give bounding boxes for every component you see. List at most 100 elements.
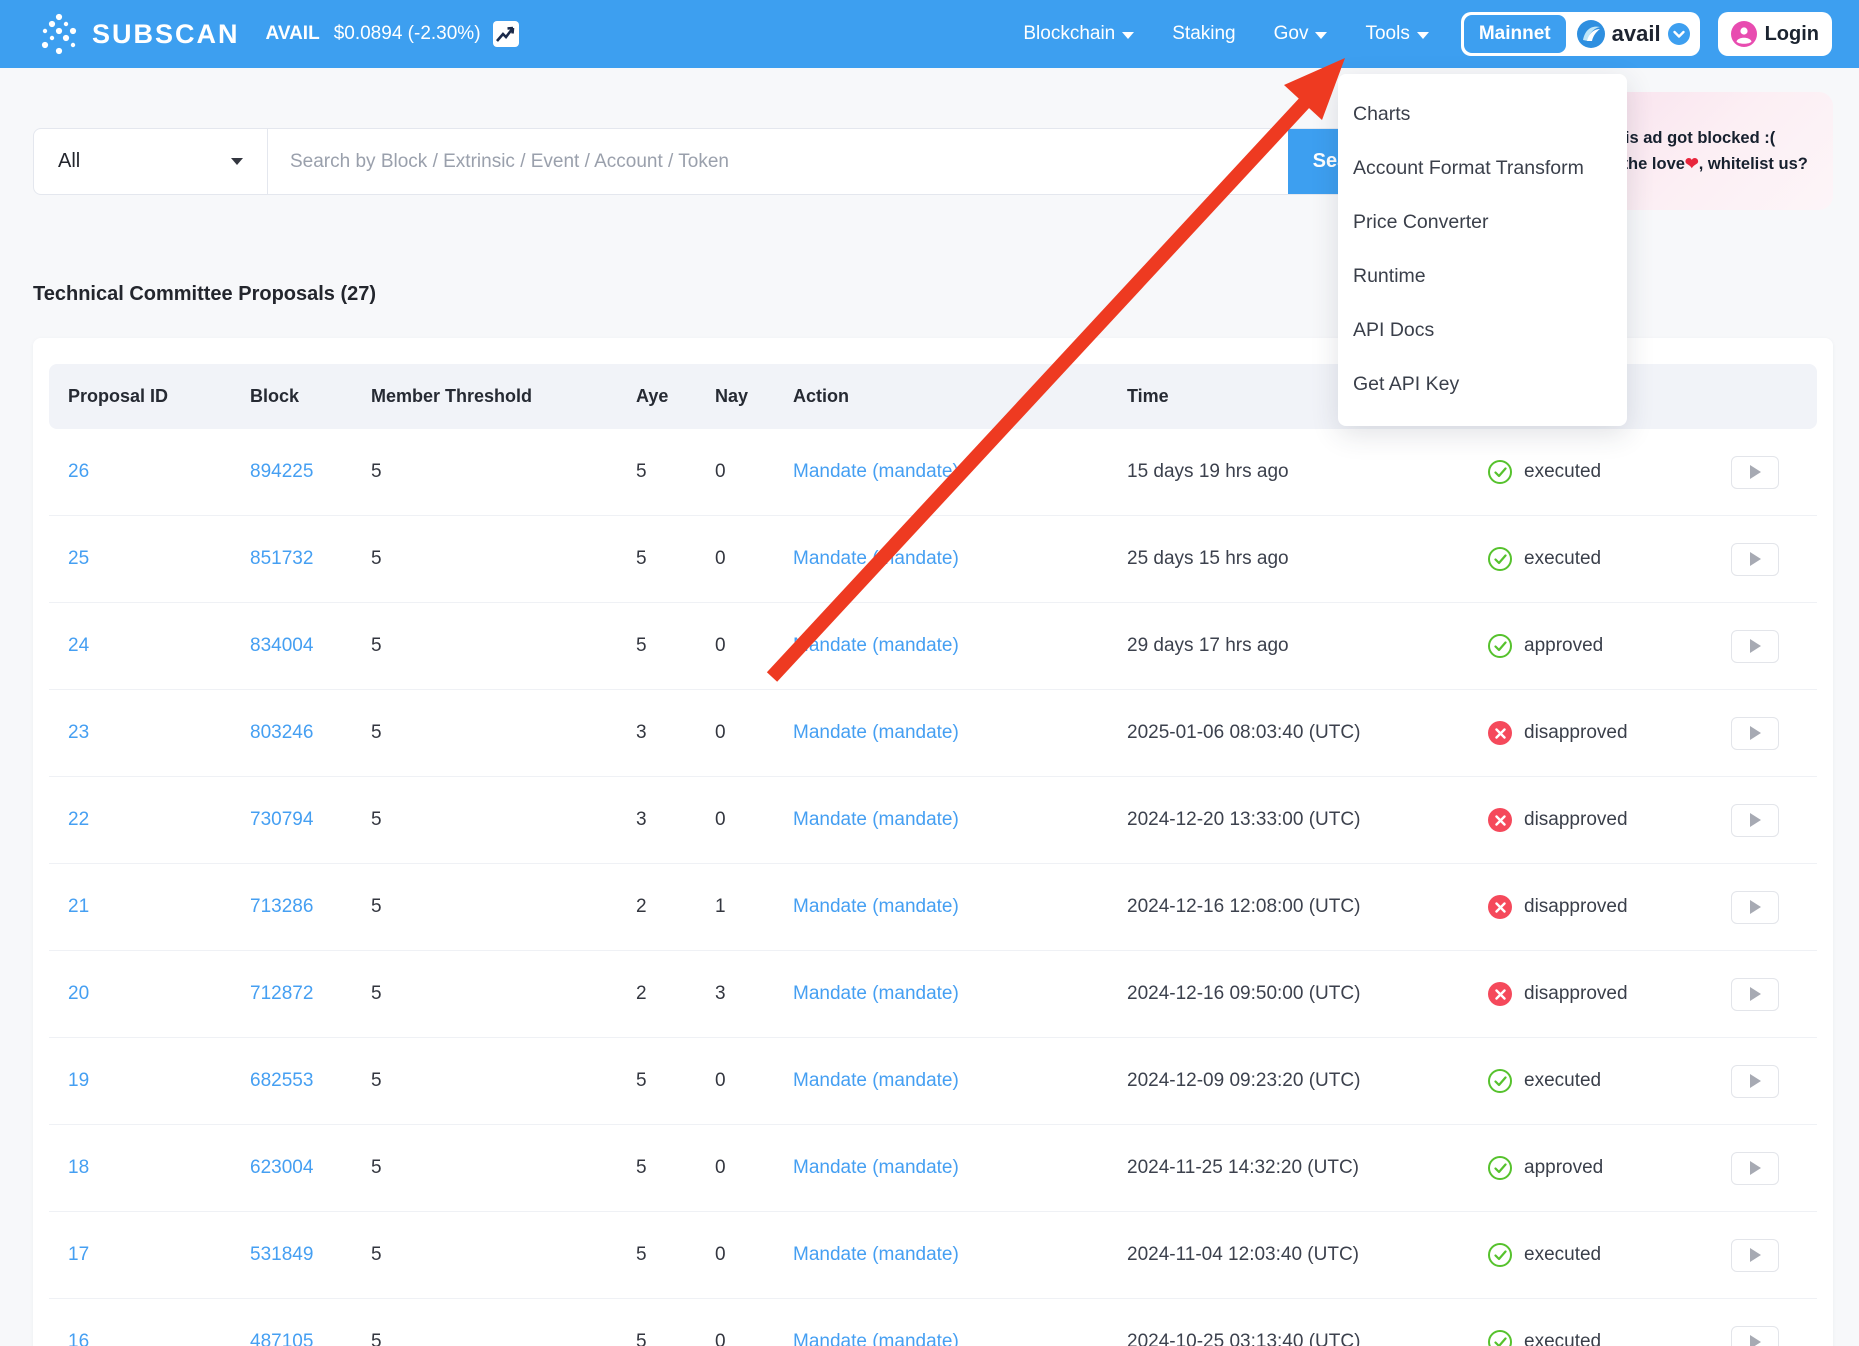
status-badge: executed [1524,1244,1601,1266]
status-cell: disapproved [1469,808,1710,832]
table-body: 26894225550Mandate (mandate)15 days 19 h… [49,429,1817,1346]
play-icon [1750,1074,1761,1088]
login-button[interactable]: Login [1718,12,1832,56]
expand-row-button[interactable] [1731,1326,1779,1346]
action-link[interactable]: Mandate (mandate) [790,722,1124,744]
expand-row-button[interactable] [1731,1239,1779,1272]
time-value: 25 days 15 hrs ago [1124,548,1469,570]
menu-item-api-docs[interactable]: API Docs [1338,303,1627,357]
chevron-down-icon [1417,32,1429,39]
play-icon [1750,726,1761,740]
status-badge: disapproved [1524,896,1628,918]
action-link[interactable]: Mandate (mandate) [790,461,1124,483]
aye-count: 3 [633,722,712,744]
action-link[interactable]: Mandate (mandate) [790,548,1124,570]
status-cell: executed [1469,1069,1710,1093]
block-link[interactable]: 713286 [247,896,368,918]
proposal-id-link[interactable]: 21 [49,896,247,918]
expand-row-button[interactable] [1731,804,1779,837]
status-cell: approved [1469,1156,1710,1180]
proposal-id-link[interactable]: 20 [49,983,247,1005]
expand-cell [1710,717,1817,750]
block-link[interactable]: 712872 [247,983,368,1005]
expand-row-button[interactable] [1731,1152,1779,1185]
token-price: $0.0894 (-2.30%) [334,23,481,45]
proposal-id-link[interactable]: 19 [49,1070,247,1092]
aye-count: 5 [633,1070,712,1092]
search-input[interactable] [268,129,1288,194]
proposal-id-link[interactable]: 22 [49,809,247,831]
menu-item-price-converter[interactable]: Price Converter [1338,195,1627,249]
chevron-down-icon[interactable] [1668,23,1690,45]
aye-count: 3 [633,809,712,831]
table-row: 18623004550Mandate (mandate)2024-11-25 1… [49,1125,1817,1212]
proposal-id-link[interactable]: 17 [49,1244,247,1266]
block-link[interactable]: 894225 [247,461,368,483]
expand-cell [1710,543,1817,576]
block-link[interactable]: 487105 [247,1331,368,1346]
menu-item-account-format-transform[interactable]: Account Format Transform [1338,141,1627,195]
expand-cell [1710,978,1817,1011]
nav-item-tools[interactable]: Tools [1365,23,1428,45]
search-filter-select[interactable]: All [34,129,268,194]
action-link[interactable]: Mandate (mandate) [790,983,1124,1005]
action-link[interactable]: Mandate (mandate) [790,1157,1124,1179]
expand-row-button[interactable] [1731,978,1779,1011]
chain-selector[interactable]: avail [1577,20,1690,48]
proposal-id-link[interactable]: 26 [49,461,247,483]
block-link[interactable]: 531849 [247,1244,368,1266]
block-link[interactable]: 623004 [247,1157,368,1179]
expand-cell [1710,1152,1817,1185]
status-cell: disapproved [1469,895,1710,919]
play-icon [1750,639,1761,653]
price-chart-icon[interactable] [493,21,519,47]
proposal-id-link[interactable]: 24 [49,635,247,657]
menu-item-charts[interactable]: Charts [1338,87,1627,141]
status-cell: disapproved [1469,982,1710,1006]
time-value: 2024-10-25 03:13:40 (UTC) [1124,1331,1469,1346]
status-badge: executed [1524,548,1601,570]
expand-row-button[interactable] [1731,630,1779,663]
nav-item-staking[interactable]: Staking [1172,23,1235,45]
expand-row-button[interactable] [1731,891,1779,924]
block-link[interactable]: 803246 [247,722,368,744]
mainnet-button[interactable]: Mainnet [1464,15,1566,53]
action-link[interactable]: Mandate (mandate) [790,809,1124,831]
action-link[interactable]: Mandate (mandate) [790,1070,1124,1092]
nav-item-blockchain[interactable]: Blockchain [1023,23,1134,45]
proposals-card: Proposal IDBlockMember ThresholdAyeNayAc… [33,338,1833,1346]
time-value: 2024-11-04 12:03:40 (UTC) [1124,1244,1469,1266]
action-link[interactable]: Mandate (mandate) [790,1244,1124,1266]
proposal-id-link[interactable]: 25 [49,548,247,570]
time-value: 2024-12-16 09:50:00 (UTC) [1124,983,1469,1005]
expand-row-button[interactable] [1731,456,1779,489]
nav-item-gov[interactable]: Gov [1274,23,1328,45]
action-link[interactable]: Mandate (mandate) [790,896,1124,918]
expand-row-button[interactable] [1731,1065,1779,1098]
proposal-id-link[interactable]: 23 [49,722,247,744]
time-value: 29 days 17 hrs ago [1124,635,1469,657]
menu-item-get-api-key[interactable]: Get API Key [1338,357,1627,411]
subscan-logo[interactable]: SUBSCAN [36,11,240,57]
expand-row-button[interactable] [1731,717,1779,750]
menu-item-runtime[interactable]: Runtime [1338,249,1627,303]
expand-cell [1710,891,1817,924]
block-link[interactable]: 851732 [247,548,368,570]
nay-count: 0 [712,1331,790,1346]
proposal-id-link[interactable]: 16 [49,1331,247,1346]
member-threshold-value: 5 [368,1157,633,1179]
proposal-id-link[interactable]: 18 [49,1157,247,1179]
status-badge: executed [1524,1070,1601,1092]
table-row: 22730794530Mandate (mandate)2024-12-20 1… [49,777,1817,864]
table-row: 20712872523Mandate (mandate)2024-12-16 0… [49,951,1817,1038]
aye-count: 5 [633,635,712,657]
nay-count: 0 [712,548,790,570]
block-link[interactable]: 682553 [247,1070,368,1092]
member-threshold-value: 5 [368,1244,633,1266]
action-link[interactable]: Mandate (mandate) [790,1331,1124,1346]
expand-row-button[interactable] [1731,543,1779,576]
block-link[interactable]: 730794 [247,809,368,831]
block-link[interactable]: 834004 [247,635,368,657]
nay-count: 0 [712,1070,790,1092]
action-link[interactable]: Mandate (mandate) [790,635,1124,657]
